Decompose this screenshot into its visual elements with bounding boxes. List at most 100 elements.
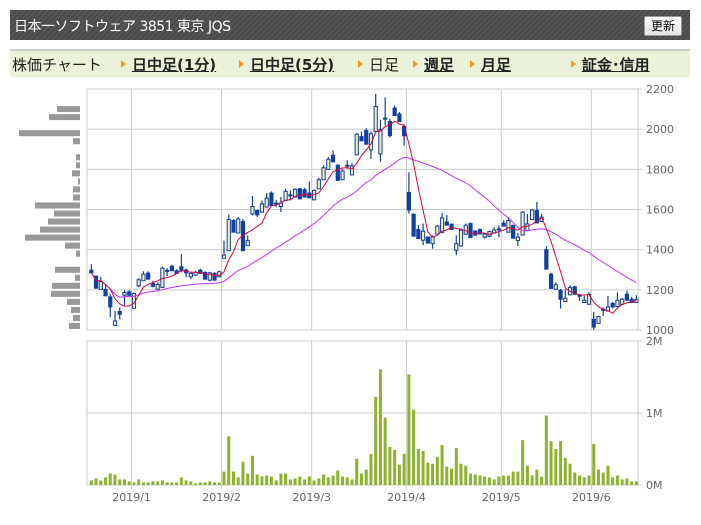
volume-bar <box>506 475 510 485</box>
volume-profile-bar <box>51 290 80 297</box>
candle-down <box>548 273 554 289</box>
volume-bar <box>630 481 634 485</box>
volume-bar <box>559 441 563 485</box>
volume-bar <box>596 469 600 485</box>
candle-up <box>288 194 293 197</box>
volume-profile-bar <box>19 130 80 137</box>
volume-bar <box>554 449 558 485</box>
candle-up <box>136 279 141 287</box>
candle-up <box>435 225 440 235</box>
volume-bar <box>331 475 335 485</box>
date-tick-label: 2019/4 <box>387 491 426 504</box>
volume-bar <box>132 482 136 485</box>
volume-bar <box>369 453 373 485</box>
ma-long-line <box>90 156 637 298</box>
candle-up <box>615 299 620 308</box>
candle-down <box>444 221 449 226</box>
candle-up <box>373 105 378 133</box>
volume-bar <box>269 476 273 485</box>
candle-down <box>511 225 516 239</box>
volume-bar <box>615 475 619 485</box>
volume-bar <box>421 450 425 485</box>
volume-bar <box>516 471 520 485</box>
candle-up <box>378 129 383 155</box>
volume-bar <box>402 453 406 485</box>
candle-up <box>226 219 231 252</box>
candle-up <box>165 269 170 272</box>
volume-bar <box>521 440 525 485</box>
candle-down <box>103 288 108 297</box>
volume-bar <box>118 479 122 485</box>
volume-profile-bar <box>72 170 80 177</box>
candle-down <box>89 269 94 274</box>
candle-up <box>354 133 359 156</box>
candle-up <box>553 284 558 290</box>
volume-bar <box>279 473 283 485</box>
candle-down <box>231 220 236 233</box>
candle-up <box>520 211 525 236</box>
candle-down <box>558 289 563 300</box>
volume-bar <box>497 476 501 485</box>
candle-down <box>425 236 430 244</box>
volume-bar <box>492 479 496 485</box>
volume-bar <box>284 473 288 485</box>
candle-up <box>383 117 388 120</box>
candle-up <box>430 236 435 245</box>
volume-bar <box>99 480 103 485</box>
candle-down <box>255 210 260 216</box>
candle-down <box>411 213 416 237</box>
volume-bar <box>307 476 311 485</box>
candle-up <box>506 220 511 233</box>
volume-profile-bar <box>57 106 80 113</box>
candle-down <box>297 188 302 200</box>
volume-bar <box>383 417 387 485</box>
price-tick-label: 1800 <box>646 163 674 176</box>
volume-bar <box>160 480 164 485</box>
candle-down <box>610 302 615 308</box>
candle-up <box>236 218 241 234</box>
volume-bar <box>104 477 108 485</box>
volume-bar <box>393 450 397 485</box>
candle-up <box>345 164 350 167</box>
volume-bar <box>397 464 401 485</box>
volume-profile-bar <box>65 242 80 249</box>
volume-tick-label: 2M <box>646 335 663 348</box>
volume-profile-bar <box>73 194 80 201</box>
candle-down <box>127 291 132 296</box>
volume-profile-bar <box>71 306 80 313</box>
volume-bar <box>587 475 591 485</box>
volume-bar <box>355 458 359 485</box>
candle-up <box>515 236 520 242</box>
volume-profile-bar <box>76 154 80 161</box>
volume-bar <box>189 481 193 485</box>
volume-bar <box>450 468 454 485</box>
volume-bar <box>582 477 586 485</box>
volume-bar <box>108 473 112 485</box>
candle-up <box>98 280 103 290</box>
volume-bar <box>322 474 326 485</box>
candle-up <box>274 202 279 205</box>
candle-down <box>212 272 217 281</box>
volume-bar <box>137 479 141 485</box>
date-tick-label: 2019/6 <box>572 491 611 504</box>
candle-up <box>259 203 265 213</box>
stock-chart: 22002000180016001400120010002M1M0M2019/1… <box>19 83 674 504</box>
volume-bar <box>175 482 179 485</box>
price-tick-label: 2000 <box>646 123 674 136</box>
volume-bar <box>298 476 302 485</box>
candle-up <box>221 254 227 259</box>
price-tick-label: 2200 <box>646 83 674 96</box>
candle-down <box>544 249 549 270</box>
volume-bar <box>431 463 435 485</box>
volume-bar <box>530 475 534 485</box>
volume-bar <box>568 463 572 485</box>
date-tick-label: 2019/5 <box>482 491 521 504</box>
volume-bar <box>544 415 548 485</box>
volume-bar <box>592 444 596 485</box>
volume-bar <box>165 482 169 485</box>
candle-up <box>421 230 426 241</box>
volume-bar <box>94 478 98 485</box>
volume-bar <box>232 471 235 485</box>
volume-bar <box>146 482 150 485</box>
candle-down <box>364 130 369 145</box>
